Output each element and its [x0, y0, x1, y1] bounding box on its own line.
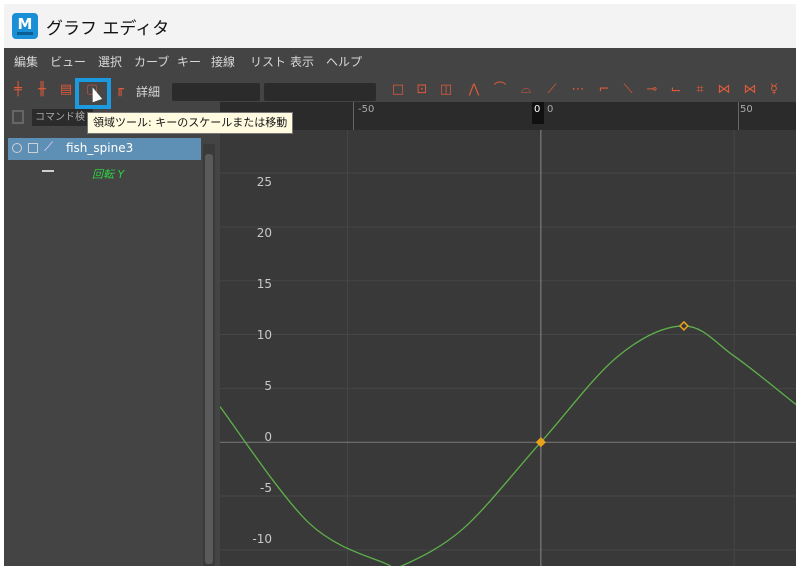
rotate-y-curve	[220, 325, 796, 566]
pre-infinity-icon[interactable]: ⋈	[716, 82, 732, 98]
command-search-input[interactable]: コマンド検	[32, 109, 93, 126]
frame-playback-icon[interactable]: ⊡	[414, 82, 430, 98]
collapse-icon[interactable]	[12, 143, 22, 153]
y-tick-25: 25	[256, 175, 272, 189]
post-infinity-icon[interactable]: ⋈	[742, 82, 758, 98]
plateau-tangent-icon[interactable]: ⟍	[620, 82, 636, 98]
y-tick-neg5: -5	[260, 481, 272, 495]
window-title: グラフ エディタ	[46, 19, 170, 39]
y-tick-20: 20	[256, 226, 272, 240]
filter-icon[interactable]	[12, 110, 24, 124]
outliner-attribute-rotate-y[interactable]: 回転 Y	[92, 166, 124, 182]
free-weight-icon[interactable]: ⌗	[692, 82, 708, 98]
center-view-icon[interactable]: ◫	[438, 82, 454, 98]
y-tick-10: 10	[256, 328, 272, 342]
menu-select[interactable]: 選択	[98, 53, 122, 70]
menu-help[interactable]: ヘルプ	[326, 53, 362, 70]
details-label: 詳細	[136, 85, 161, 99]
buffer-curve-icon[interactable]: ☿	[766, 82, 782, 98]
attribute-curve-icon	[42, 170, 54, 172]
auto-tangent-icon[interactable]: ⋀	[466, 82, 482, 98]
menu-keys[interactable]: キー	[177, 53, 201, 70]
menu-bar: 編集 ビュー 選択 カーブ キー 接線 リスト 表示 ヘルプ	[4, 48, 796, 74]
ruler-label-50: 50	[740, 104, 753, 115]
current-frame-label: 0	[534, 104, 541, 115]
expand-icon[interactable]	[28, 143, 38, 153]
stats-field-2[interactable]	[264, 83, 376, 101]
ruler-label-0: 0	[547, 104, 554, 115]
move-key-tool-icon[interactable]: ╪	[10, 82, 26, 98]
tool-tooltip: 領域ツール: キーのスケールまたは移動	[87, 112, 294, 134]
graph-editor-window: M グラフ エディタ 編集 ビュー 選択 カーブ キー 接線 リスト 表示 ヘル…	[4, 4, 796, 566]
outliner-panel: ⟋ fish_spine3 回転 Y	[4, 130, 218, 566]
curve-graph[interactable]	[220, 130, 796, 566]
y-tick-5: 5	[264, 379, 272, 393]
time-ruler[interactable]: -50 0 0 50	[220, 102, 796, 130]
retime-tool-icon[interactable]: ╓	[112, 82, 128, 98]
graph-view[interactable]: 25 20 15 10 5 0 -5 -10	[220, 130, 796, 566]
frame-all-icon[interactable]: □	[390, 82, 406, 98]
spline-tangent-icon[interactable]: ⌒	[492, 82, 508, 98]
insert-key-tool-icon[interactable]: ╫	[34, 82, 50, 98]
stats-field-1[interactable]	[172, 83, 260, 101]
step-tangent-icon[interactable]: ⌐	[596, 82, 612, 98]
lattice-tool-icon[interactable]: ▤	[58, 82, 74, 98]
y-tick-15: 15	[256, 277, 272, 291]
menu-show[interactable]: 表示	[290, 53, 314, 70]
ruler-label-neg50: -50	[358, 104, 375, 115]
title-bar: M グラフ エディタ	[4, 4, 796, 48]
joint-icon: ⟋	[44, 140, 54, 155]
outliner-object-label: fish_spine3	[66, 141, 134, 155]
keyframe-point[interactable]	[678, 320, 689, 331]
outliner-scroll-thumb[interactable]	[205, 154, 213, 564]
menu-edit[interactable]: 編集	[14, 53, 38, 70]
flat-tangent-icon[interactable]: ⋯	[570, 82, 586, 98]
maya-app-icon: M	[12, 13, 38, 39]
menu-list[interactable]: リスト	[250, 53, 286, 70]
y-tick-neg10: -10	[252, 532, 272, 546]
linear-tangent-icon[interactable]: ⟋	[544, 82, 560, 98]
y-tick-0: 0	[264, 430, 272, 444]
menu-tangents[interactable]: 接線	[211, 53, 235, 70]
menu-view[interactable]: ビュー	[50, 53, 86, 70]
break-tangent-icon[interactable]: ⊸	[644, 82, 660, 98]
menu-curves[interactable]: カーブ	[134, 53, 169, 70]
outliner-item-fish-spine3[interactable]: ⟋ fish_spine3	[8, 138, 201, 160]
clamped-tangent-icon[interactable]: ⌓	[518, 82, 534, 98]
unify-tangent-icon[interactable]: ⌙	[668, 82, 684, 98]
